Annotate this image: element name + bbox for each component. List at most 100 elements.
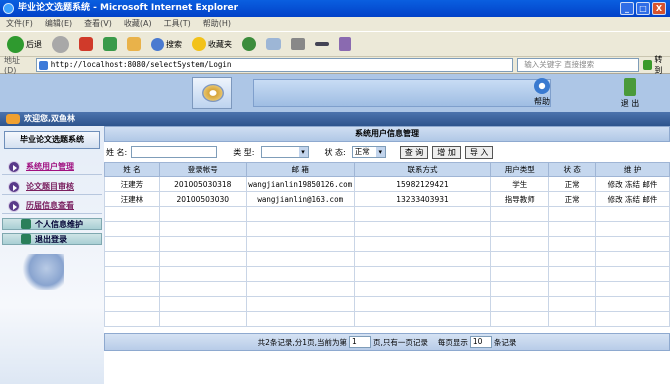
menu-view[interactable]: 查看(V) bbox=[84, 17, 112, 31]
menu-help[interactable]: 帮助(H) bbox=[203, 17, 231, 31]
cell-status: 正常 bbox=[548, 176, 597, 192]
query-button[interactable]: 查 询 bbox=[399, 145, 429, 159]
empty-row bbox=[104, 296, 670, 312]
cell-phone: 13233403931 bbox=[353, 191, 492, 207]
empty-row bbox=[104, 206, 670, 222]
forward-button[interactable] bbox=[49, 33, 72, 55]
go-button[interactable]: 转到 bbox=[642, 54, 670, 76]
go-label: 转到 bbox=[654, 55, 663, 75]
home-button[interactable] bbox=[124, 33, 144, 55]
logout-icon bbox=[21, 234, 31, 244]
cell-account: 201005030318 bbox=[158, 176, 247, 192]
close-button[interactable]: X bbox=[652, 2, 666, 15]
arrow-icon bbox=[8, 160, 20, 173]
pagination-text: 条记录 bbox=[493, 337, 517, 347]
sidebar-item-topic-review[interactable]: 论文题目审核 bbox=[2, 179, 102, 195]
menu-file[interactable]: 文件(F) bbox=[6, 17, 33, 31]
address-input[interactable]: http://localhost:8080/selectSystem/Login bbox=[35, 58, 514, 72]
empty-row bbox=[104, 251, 670, 267]
cell-account: 20100503030 bbox=[158, 191, 247, 207]
exit-label: 退 出 bbox=[620, 99, 640, 108]
banner-panel bbox=[253, 79, 551, 107]
minimize-button[interactable]: _ bbox=[620, 2, 634, 15]
cell-type: 指导教师 bbox=[490, 191, 550, 207]
address-bar: 地址(D) http://localhost:8080/selectSystem… bbox=[0, 54, 670, 76]
sidebar-sub-label: 退出登录 bbox=[35, 234, 67, 244]
name-filter-input[interactable] bbox=[131, 146, 218, 158]
cell-ops[interactable]: 修改 冻结 邮件 bbox=[595, 191, 670, 207]
window-title: 毕业论文选题系统 - Microsoft Internet Explorer bbox=[18, 3, 239, 13]
cell-name: 汪建林 bbox=[104, 191, 160, 207]
sidebar-item-user-management[interactable]: 系统用户管理 bbox=[2, 159, 102, 175]
help-button[interactable]: 帮助 bbox=[522, 76, 562, 110]
pagination-text: 共2条记录,分1页,当前为第 bbox=[257, 337, 347, 347]
main-content: 系统用户信息管理 姓 名: 类 型: 状 态: 正常 查 询 增 加 导 入 姓… bbox=[104, 126, 670, 384]
stop-icon bbox=[79, 37, 93, 51]
welcome-text: 欢迎您,双鱼林 bbox=[24, 114, 76, 123]
cell-ops[interactable]: 修改 冻结 邮件 bbox=[595, 176, 670, 192]
arrow-icon bbox=[8, 199, 20, 212]
browser-search-input[interactable]: 输入关键字 直接搜索 bbox=[517, 58, 639, 72]
add-button[interactable]: 增 加 bbox=[432, 145, 461, 159]
col-name: 姓 名 bbox=[104, 162, 160, 177]
page-title: 系统用户信息管理 bbox=[104, 126, 670, 142]
type-filter-select[interactable] bbox=[260, 146, 309, 158]
history-icon bbox=[242, 37, 256, 51]
sidebar-title: 毕业论文选题系统 bbox=[4, 131, 100, 149]
messenger-icon bbox=[339, 37, 351, 51]
cell-email: wangjianlin19850126.com bbox=[245, 176, 355, 192]
page-input[interactable]: 1 bbox=[348, 336, 371, 348]
sidebar-decoration bbox=[20, 254, 64, 290]
sidebar-item-history[interactable]: 历届信息查看 bbox=[2, 198, 102, 214]
menu-tools[interactable]: 工具(T) bbox=[164, 17, 191, 31]
star-icon bbox=[192, 37, 206, 51]
import-button[interactable]: 导 入 bbox=[464, 145, 494, 159]
messenger-button[interactable] bbox=[336, 33, 354, 55]
back-button[interactable]: 后退 bbox=[4, 33, 45, 55]
empty-row bbox=[104, 311, 670, 327]
exit-door-icon bbox=[624, 78, 636, 96]
search-button[interactable]: 搜索 bbox=[148, 33, 185, 55]
sidebar-item-logout[interactable]: 退出登录 bbox=[2, 233, 102, 245]
name-filter-label: 姓 名: bbox=[106, 147, 128, 157]
menu-favorites[interactable]: 收藏(A) bbox=[124, 17, 152, 31]
col-type: 用户类型 bbox=[490, 162, 550, 177]
mail-icon bbox=[266, 38, 281, 50]
cell-email: wangjianlin@163.com bbox=[245, 191, 355, 207]
table-row: 汪建林 20100503030 wangjianlin@163.com 1323… bbox=[104, 191, 670, 207]
sidebar-sub-label: 个人信息维护 bbox=[35, 219, 83, 229]
browser-toolbar: 后退 搜索 收藏夹 bbox=[0, 31, 670, 57]
cell-type: 学生 bbox=[490, 176, 550, 192]
filter-bar: 姓 名: 类 型: 状 态: 正常 查 询 增 加 导 入 bbox=[104, 142, 670, 162]
refresh-icon bbox=[103, 37, 117, 51]
history-button[interactable] bbox=[239, 33, 259, 55]
help-icon bbox=[534, 78, 550, 94]
user-table: 姓 名 登录帐号 邮 箱 联系方式 用户类型 状 态 维 护 汪建芳 20100… bbox=[104, 162, 670, 327]
window-titlebar: 毕业论文选题系统 - Microsoft Internet Explorer _… bbox=[0, 0, 670, 17]
favorites-label: 收藏夹 bbox=[208, 39, 232, 49]
sidebar-item-profile[interactable]: 个人信息维护 bbox=[2, 218, 102, 230]
exit-button[interactable]: 退 出 bbox=[610, 76, 650, 110]
col-phone: 联系方式 bbox=[353, 162, 492, 177]
home-icon bbox=[127, 37, 141, 51]
pagination-bar: 共2条记录,分1页,当前为第 1 页,只有一页记录 每页显示 10 条记录 bbox=[104, 333, 670, 351]
empty-row bbox=[104, 236, 670, 252]
print-button[interactable] bbox=[288, 33, 308, 55]
edit-button[interactable] bbox=[312, 33, 332, 55]
maximize-button[interactable]: □ bbox=[636, 2, 650, 15]
arrow-icon bbox=[8, 180, 20, 193]
favorites-button[interactable]: 收藏夹 bbox=[189, 33, 235, 55]
col-ops: 维 护 bbox=[595, 162, 670, 177]
per-page-input[interactable]: 10 bbox=[469, 336, 492, 348]
forward-arrow-icon bbox=[52, 35, 69, 53]
back-label: 后退 bbox=[26, 39, 42, 49]
back-arrow-icon bbox=[7, 35, 24, 53]
status-filter-select[interactable]: 正常 bbox=[351, 146, 386, 158]
refresh-button[interactable] bbox=[100, 33, 120, 55]
ie-icon bbox=[3, 3, 14, 14]
stop-button[interactable] bbox=[76, 33, 96, 55]
menu-edit[interactable]: 编辑(E) bbox=[45, 17, 72, 31]
mail-button[interactable] bbox=[263, 33, 284, 55]
empty-row bbox=[104, 281, 670, 297]
app-logo bbox=[192, 77, 232, 109]
